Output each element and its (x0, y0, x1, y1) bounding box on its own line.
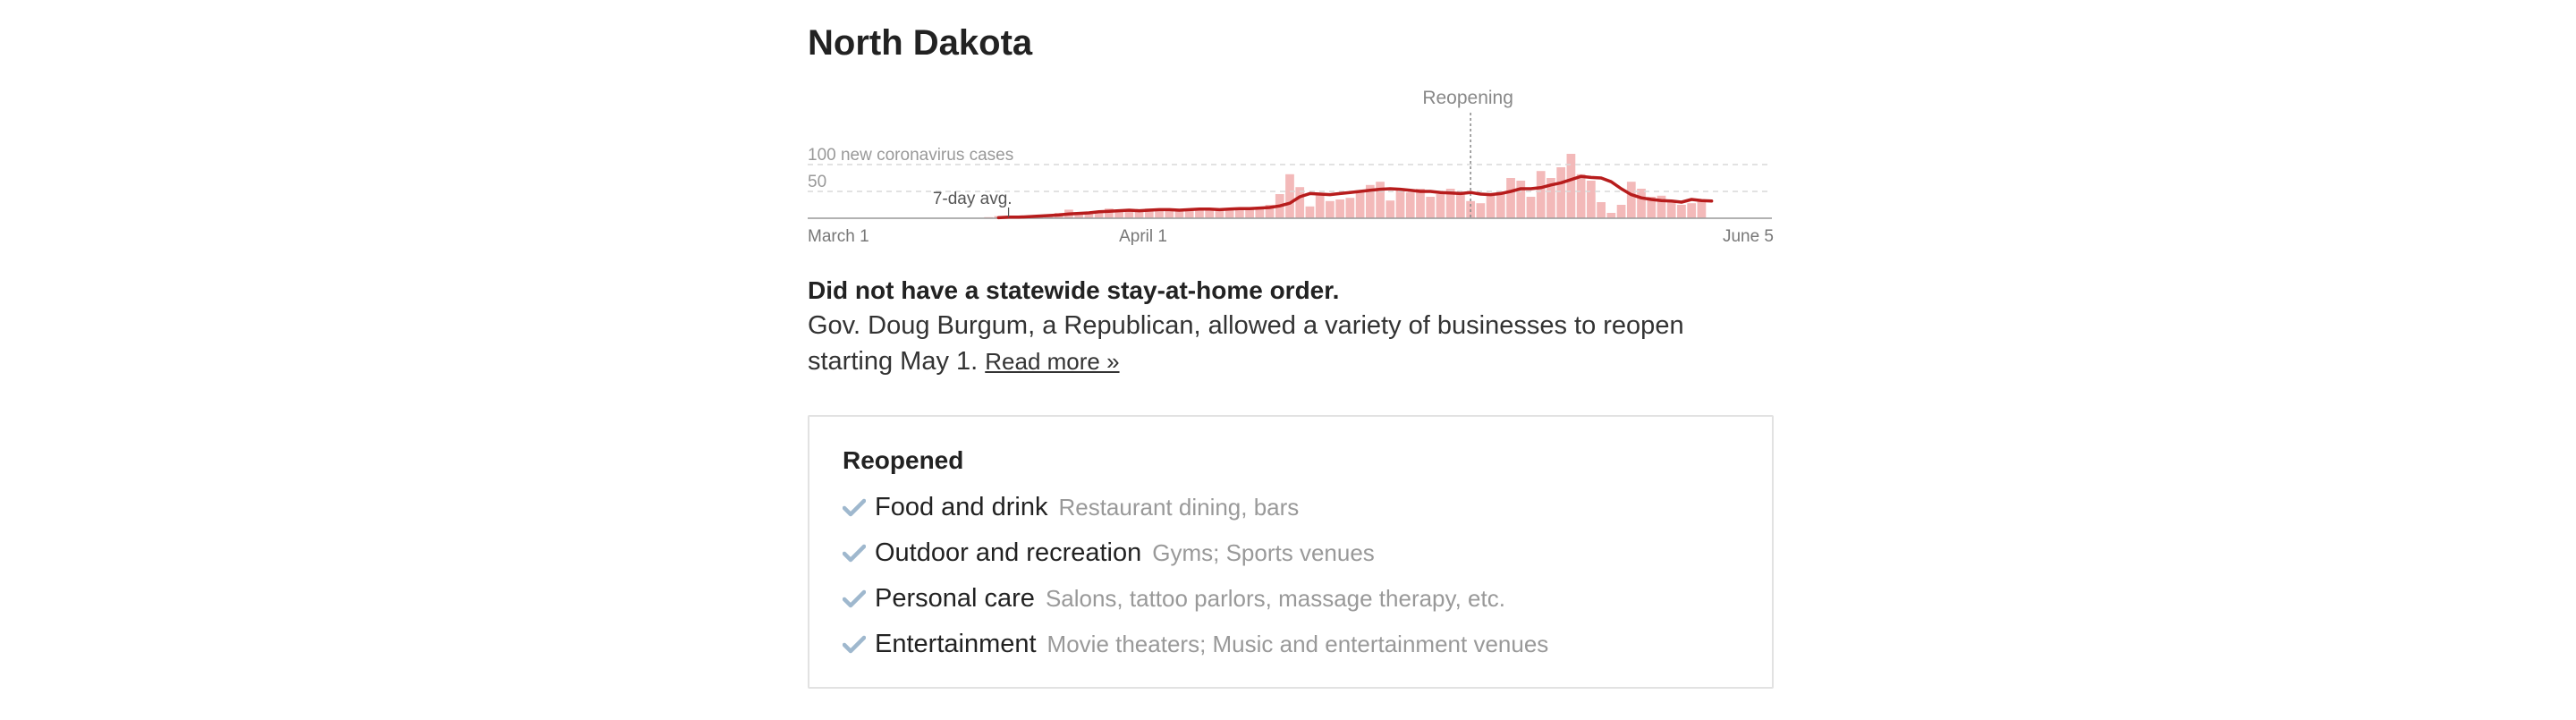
bar (1456, 192, 1465, 218)
bar (1687, 203, 1697, 218)
list-item: Outdoor and recreation Gyms; Sports venu… (843, 530, 1548, 576)
bar (1405, 192, 1415, 218)
reopened-panel: Reopened Food and drink Restaurant dinin… (808, 415, 1774, 689)
checkmark-icon (843, 498, 866, 516)
bar (1355, 190, 1365, 218)
item-detail: Restaurant dining, bars (1058, 494, 1300, 521)
bar (1526, 197, 1536, 218)
item-detail: Gyms; Sports venues (1152, 539, 1375, 566)
bar (1426, 197, 1436, 218)
order-description: Gov. Doug Burgum, a Republican, allowed … (808, 308, 1774, 379)
x-tick-label: April 1 (1119, 227, 1167, 246)
bar (1516, 181, 1526, 218)
bar (1315, 194, 1325, 218)
bar (1597, 202, 1606, 218)
item-name: Outdoor and recreation (875, 538, 1142, 567)
item-name: Personal care (875, 584, 1035, 613)
reopened-list: Food and drink Restaurant dining, bars O… (843, 485, 1548, 667)
bar (1637, 189, 1646, 218)
state-title: North Dakota (808, 23, 1033, 63)
bar (1566, 154, 1576, 218)
bar (1476, 203, 1486, 218)
bar (1697, 199, 1707, 218)
checkmark-icon (843, 635, 866, 653)
list-item: Food and drink Restaurant dining, bars (843, 485, 1548, 530)
bar (1395, 190, 1405, 218)
item-name: Entertainment (875, 630, 1037, 658)
bar (1345, 198, 1355, 218)
bar (1335, 199, 1345, 218)
bar (1587, 181, 1596, 218)
bar (1666, 202, 1676, 218)
x-tick-label: June 5 (1723, 227, 1774, 246)
item-detail: Salons, tattoo parlors, massage therapy,… (1045, 585, 1505, 612)
bar (1506, 178, 1515, 218)
reopened-title: Reopened (843, 446, 964, 474)
item-name: Food and drink (875, 493, 1048, 521)
read-more-link[interactable]: Read more » (985, 348, 1119, 375)
cases-chart: 100 new coronavirus cases 50 March 1 April … (808, 88, 1774, 246)
bar (1416, 189, 1425, 218)
list-item: Entertainment Movie theaters; Music and … (843, 622, 1548, 667)
bar (1305, 206, 1315, 218)
bar (1576, 174, 1586, 218)
x-tick-label: March 1 (808, 227, 869, 246)
bar (1195, 210, 1204, 218)
list-item: Personal care Salons, tattoo parlors, ma… (843, 576, 1548, 622)
bar (1165, 210, 1174, 218)
bar (1556, 167, 1566, 218)
bar (1255, 208, 1265, 218)
y-tick-label: 100 new coronavirus cases (808, 146, 1013, 165)
bar (1385, 200, 1395, 218)
checkmark-icon (843, 544, 866, 562)
bar (1436, 194, 1445, 218)
bar (1326, 200, 1335, 218)
item-detail: Movie theaters; Music and entertainment … (1046, 631, 1549, 657)
bar (1376, 182, 1385, 218)
bar (1626, 182, 1636, 218)
bar (1285, 174, 1294, 218)
order-body-text: Gov. Doug Burgum, a Republican, allowed … (808, 311, 1684, 376)
bar (1486, 195, 1496, 218)
checkmark-icon (843, 589, 866, 607)
bar (1616, 205, 1626, 218)
bar (1536, 171, 1546, 218)
bar (1677, 205, 1686, 218)
bar (1606, 213, 1616, 218)
order-headline: Did not have a statewide stay-at-home or… (808, 276, 1340, 304)
reopening-label: Reopening (1422, 88, 1513, 108)
y-tick-label: 50 (808, 173, 826, 191)
avg-label: 7-day avg. (933, 190, 1013, 208)
